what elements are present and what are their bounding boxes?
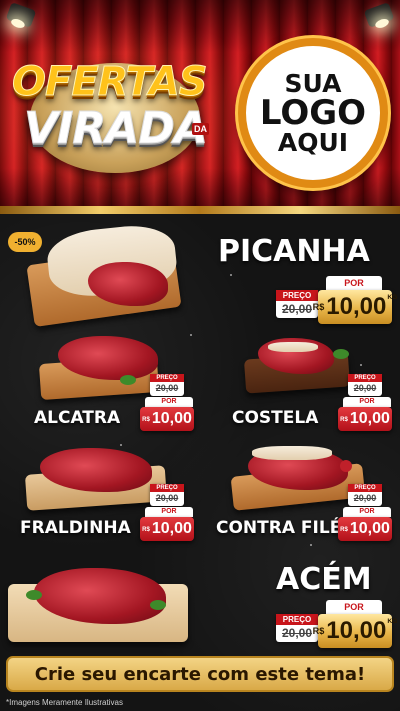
old-price-value: 20,00 [353,383,377,393]
price-unit: KG [387,294,398,301]
new-price-tag: R$ 10,00 [140,407,194,431]
logo-placeholder: SUA LOGO AQUI [238,38,388,188]
old-price-value: 20,00 [155,383,179,393]
disclaimer-footnote: *Imagens Meramente Ilustrativas [6,698,123,707]
old-price-tag: PREÇO 20,00 [348,374,382,396]
promo-title-logo: OFERTAS VIRADA DA [12,45,222,185]
new-price-value: 10,00 [349,520,390,537]
new-price-value: 10,00 [151,520,192,537]
currency-symbol: R$ [142,415,150,423]
spotlight-icon [363,2,395,28]
logo-placeholder-line-2: LOGO [259,93,367,133]
old-price-value: 20,00 [155,493,179,503]
logo-placeholder-line-3: AQUI [277,128,349,157]
sparkle [120,444,122,446]
product-name-acem: ACÉM [276,562,372,597]
new-price-value: 10,00 [151,410,192,427]
new-price-label: POR [343,397,391,407]
new-price-value: 10,00 [349,410,390,427]
old-price-tag: PREÇO 20,00 [348,484,382,506]
currency-symbol: R$ [340,525,348,533]
new-price-label: POR [145,507,193,517]
new-price-value: 10,00 [326,293,387,320]
promo-title-word-1: OFERTAS [12,59,209,106]
old-price-label: PREÇO [276,614,318,625]
new-price-tag: R$ 10,00 [338,517,392,541]
new-price-tag: R$ 10,00 [338,407,392,431]
new-price-label: POR [343,507,391,517]
new-price-label: POR [145,397,193,407]
sparkle [310,544,312,546]
product-name-contra-file: CONTRA FILÉ [216,518,342,538]
old-price-label: PREÇO [348,374,382,382]
sparkle [360,364,362,366]
currency-symbol: R$ [312,626,325,636]
gold-divider [0,206,400,214]
new-price-label: POR [326,276,382,290]
price-unit: KG [387,618,398,625]
promo-title-small: DA [192,123,209,135]
product-name-picanha: PICANHA [218,234,370,269]
old-price-tag: PREÇO 20,00 [150,374,184,396]
old-price-tag: PREÇO 20,00 [150,484,184,506]
new-price-tag: R$ 10,00 [140,517,194,541]
currency-symbol: R$ [312,302,325,312]
discount-badge: -50% [8,232,42,252]
old-price-label: PREÇO [276,290,318,301]
old-price-label: PREÇO [348,484,382,492]
product-name-costela: COSTELA [232,408,319,428]
new-price-label: POR [326,600,382,614]
header-banner: OFERTAS VIRADA DA SUA LOGO AQUI [0,0,400,210]
spotlight-icon [5,2,37,28]
promo-title-word-2: VIRADA [24,103,209,155]
new-price-tag: R$ 10,00 KG [313,614,397,648]
create-flyer-button[interactable]: Crie seu encarte com este tema! [6,656,394,692]
sparkle [230,274,232,276]
product-name-alcatra: ALCATRA [34,408,121,428]
new-price-value: 10,00 [326,617,387,644]
old-price-label: PREÇO [150,374,184,382]
old-price-value: 20,00 [353,493,377,503]
old-price-label: PREÇO [150,484,184,492]
currency-symbol: R$ [142,525,150,533]
currency-symbol: R$ [340,415,348,423]
new-price-tag: R$ 10,00 KG [313,290,397,324]
product-name-fraldinha: FRALDINHA [20,518,131,538]
sparkle [190,334,192,336]
